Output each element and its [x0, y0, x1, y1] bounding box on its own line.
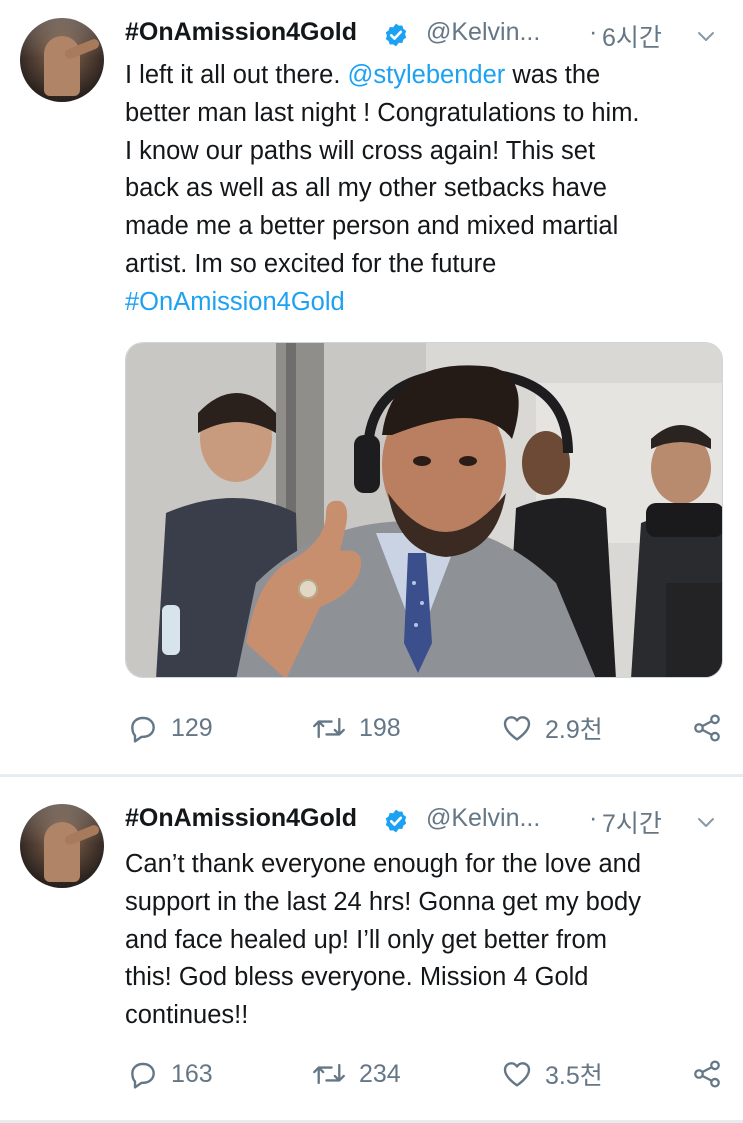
text-segment: Can’t thank everyone enough for the love…: [125, 850, 642, 878]
photo-man-in-suit-pointing: [126, 343, 722, 677]
reply-button[interactable]: 163: [127, 1054, 213, 1094]
text-segment: made me a better person and mixed martia…: [125, 212, 619, 241]
tweet-text-line: and face healed up! I’ll only get better…: [125, 922, 725, 960]
text-segment: this! God bless everyone. Mission 4 Gold: [125, 963, 589, 992]
tweet-text: Can’t thank everyone enough for the love…: [125, 846, 725, 1035]
tweet-text-line: made me a better person and mixed martia…: [125, 208, 725, 246]
text-segment: and face healed up! I’ll only get better…: [125, 925, 607, 954]
avatar[interactable]: [20, 18, 104, 102]
tweet-text-line: this! God bless everyone. Mission 4 Gold: [125, 959, 725, 997]
tweet-text-line: Can’t thank everyone enough for the love…: [125, 846, 725, 884]
share-button[interactable]: [691, 1054, 723, 1094]
share-icon: [694, 1060, 720, 1088]
tweet-text-line: I know our paths will cross again! This …: [125, 133, 725, 171]
retweet-button[interactable]: 234: [311, 1054, 401, 1094]
retweet-icon: [313, 717, 345, 739]
tweet-text-line: continues!!: [125, 997, 725, 1035]
reply-count: 163: [171, 1059, 213, 1088]
author-name[interactable]: #OnAmission4Gold: [125, 804, 357, 833]
hashtag-link[interactable]: #OnAmission4Gold: [125, 288, 345, 316]
tweet-card[interactable]: #OnAmission4Gold @Kelvin... · 6시간 I left…: [0, 0, 743, 776]
author-name[interactable]: #OnAmission4Gold: [125, 18, 357, 47]
tweet-text-line: better man last night ! Congratulations …: [125, 95, 725, 133]
avatar[interactable]: [20, 804, 104, 888]
chevron-down-icon[interactable]: [694, 24, 718, 48]
tweet-photo[interactable]: [125, 342, 723, 678]
tweet-text-line: I left it all out there. @stylebender wa…: [125, 57, 725, 95]
retweet-button[interactable]: 198: [311, 708, 401, 748]
tweet-timestamp[interactable]: 6시간: [602, 18, 662, 54]
separator-dot: ·: [589, 804, 598, 832]
mention-link[interactable]: @stylebender: [348, 61, 506, 89]
text-segment: I left it all out there.: [125, 61, 348, 89]
author-handle[interactable]: @Kelvin...: [426, 804, 540, 833]
tweet-text: I left it all out there. @stylebender wa…: [125, 57, 725, 322]
tweet-text-line: #OnAmission4Gold: [125, 284, 725, 322]
text-segment: back as well as all my other setbacks ha…: [125, 174, 607, 203]
share-icon: [694, 714, 720, 742]
retweet-icon: [313, 1063, 345, 1085]
retweet-count: 234: [359, 1059, 401, 1088]
text-segment: support in the last 24 hrs! Gonna get my…: [125, 887, 641, 916]
tweet-actions: 163 234 3.5천: [125, 1054, 725, 1094]
text-segment: I know our paths will cross again! This …: [125, 136, 596, 165]
like-button[interactable]: 2.9천: [501, 708, 603, 748]
text-segment: continues!!: [125, 1001, 249, 1030]
like-button[interactable]: 3.5천: [501, 1054, 603, 1094]
tweet-text-line: support in the last 24 hrs! Gonna get my…: [125, 884, 725, 922]
tweet-header: #OnAmission4Gold @Kelvin... · 6시간: [125, 16, 725, 54]
tweet-actions: 129 198 2.9천: [125, 708, 725, 748]
text-segment: better man last night ! Congratulations …: [125, 98, 640, 127]
retweet-count: 198: [359, 713, 401, 742]
like-count: 2.9천: [545, 716, 603, 744]
reply-count: 129: [171, 713, 213, 742]
chevron-down-icon[interactable]: [694, 810, 718, 834]
reply-button[interactable]: 129: [127, 708, 213, 748]
reply-icon: [131, 1062, 155, 1089]
text-segment: was the: [505, 61, 601, 89]
tweet-card[interactable]: #OnAmission4Gold @Kelvin... · 7시간 Can’t …: [0, 776, 743, 1123]
tweet-text-line: artist. Im so excited for the future: [125, 246, 725, 284]
reply-icon: [131, 716, 155, 743]
verified-badge-icon: [385, 23, 407, 47]
tweet-timestamp[interactable]: 7시간: [602, 804, 662, 840]
text-segment: artist. Im so excited for the future: [125, 249, 497, 278]
author-handle[interactable]: @Kelvin...: [426, 18, 540, 47]
like-count: 3.5천: [545, 1062, 603, 1090]
share-button[interactable]: [691, 708, 723, 748]
tweet-header: #OnAmission4Gold @Kelvin... · 7시간: [125, 802, 725, 840]
heart-icon: [503, 716, 531, 741]
separator-dot: ·: [589, 18, 598, 46]
verified-badge-icon: [385, 809, 407, 833]
tweet-text-line: back as well as all my other setbacks ha…: [125, 170, 725, 208]
heart-icon: [503, 1062, 531, 1087]
